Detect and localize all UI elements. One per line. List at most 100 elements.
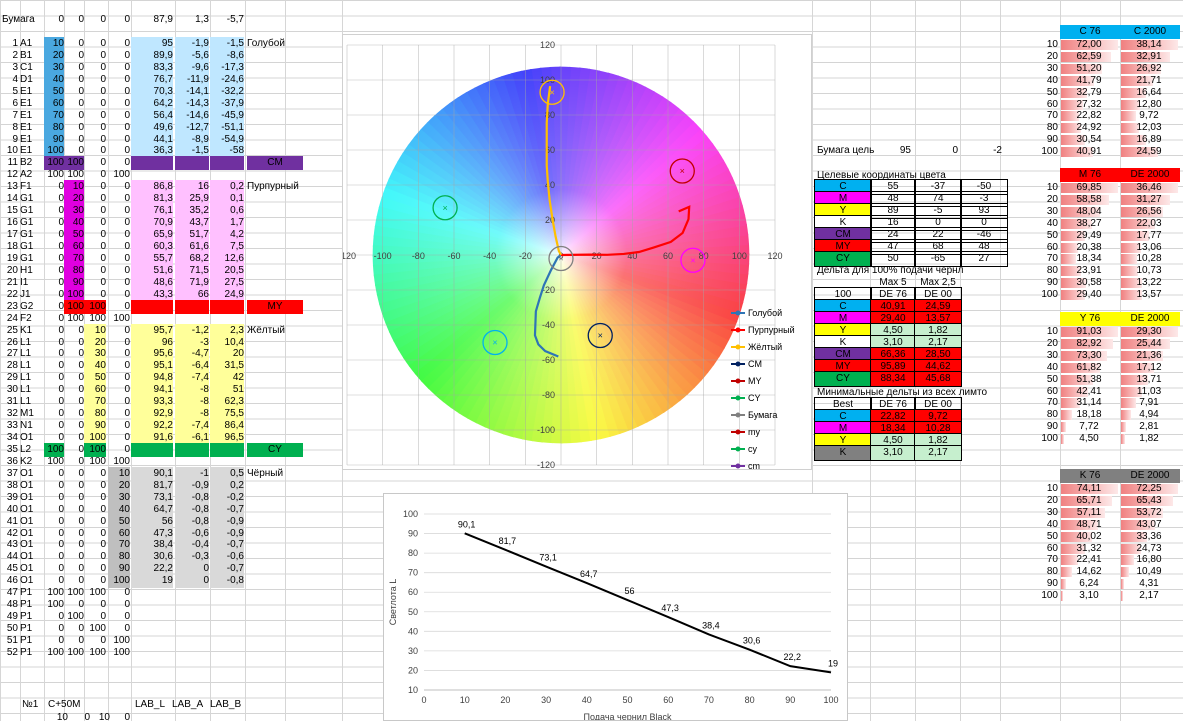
y-tick-label: -100 xyxy=(537,425,555,435)
y-axis-title: Светлота L xyxy=(388,579,398,626)
y-tick-label: -80 xyxy=(542,390,555,400)
block-header[interactable]: Y 76 xyxy=(1060,312,1120,326)
lightness-chart[interactable]: 100 90 80 70 60 50 40 30 20 10 0 10 20 30 40 50 60 70 80 90… xyxy=(383,493,848,722)
block-de76[interactable]: 3,10 xyxy=(1060,589,1118,603)
paper-label[interactable]: Бумага xyxy=(2,13,42,27)
lab-ab-chart-svg: -120-100-80-60-40-2002040608010012012010… xyxy=(338,40,795,488)
legend-dot xyxy=(735,378,741,384)
x-tick-label: 70 xyxy=(704,695,714,705)
legend-dot xyxy=(735,310,741,316)
delta-de76[interactable]: 88,34 xyxy=(870,371,916,387)
group-note[interactable] xyxy=(247,646,303,660)
x-tick-label: 100 xyxy=(732,251,747,261)
footer-value[interactable]: 0 xyxy=(118,711,130,725)
x-tick-label: -20 xyxy=(519,251,532,261)
min-de76[interactable]: 3,10 xyxy=(870,445,916,461)
block-step[interactable]: 100 xyxy=(1030,589,1058,603)
block-de00[interactable]: 24,59 xyxy=(1120,145,1178,159)
y-tick-label: 40 xyxy=(545,180,555,190)
row-name[interactable]: P1 xyxy=(20,646,42,660)
paper-b[interactable]: -5,7 xyxy=(210,13,244,27)
x-tick-label: 20 xyxy=(592,251,602,261)
footer-value[interactable]: 0 xyxy=(78,711,90,725)
ink-value[interactable]: 100 xyxy=(64,646,84,660)
data-label: 22,2 xyxy=(784,652,802,662)
target-cross: × xyxy=(549,87,554,97)
delta-key[interactable]: CY xyxy=(814,371,872,387)
y-tick-label: 100 xyxy=(403,509,418,519)
paper-target-L[interactable]: 95 xyxy=(893,144,911,158)
block-header[interactable]: C 76 xyxy=(1060,25,1120,39)
target-cross: × xyxy=(558,254,563,264)
legend-label: Жёлтый xyxy=(748,342,782,352)
lab-L[interactable] xyxy=(131,646,173,660)
ink-value[interactable]: 100 xyxy=(44,646,64,660)
block-de76[interactable]: 4,50 xyxy=(1060,432,1118,446)
block-de00[interactable]: 13,57 xyxy=(1120,288,1178,302)
data-label: 30,6 xyxy=(743,636,761,646)
block-step[interactable]: 100 xyxy=(1030,432,1058,446)
block-de00[interactable]: 2,17 xyxy=(1120,589,1178,603)
block-header[interactable]: DE 2000 xyxy=(1120,312,1180,326)
footer-header[interactable]: C+50M xyxy=(48,698,88,712)
block-step[interactable]: 100 xyxy=(1030,288,1058,302)
block-header[interactable]: DE 2000 xyxy=(1120,168,1180,182)
paper-value[interactable]: 0 xyxy=(108,13,130,27)
footer-value[interactable]: 10 xyxy=(56,711,68,725)
legend-label: Бумага xyxy=(748,410,777,420)
lightness-chart-svg: 1009080706050403020100 10 20 30 40 50 60 70 80 90… xyxy=(388,509,839,722)
x-tick-label: -40 xyxy=(483,251,496,261)
data-label: 81,7 xyxy=(499,536,517,546)
paper-value[interactable]: 0 xyxy=(44,13,64,27)
block-de76[interactable]: 40,91 xyxy=(1060,145,1118,159)
legend-label: my xyxy=(748,427,760,437)
paper-L[interactable]: 87,9 xyxy=(131,13,173,27)
min-de00[interactable]: 2,17 xyxy=(914,445,962,461)
paper-value[interactable]: 0 xyxy=(84,13,106,27)
column-line xyxy=(1000,0,1001,721)
data-label: 19 xyxy=(828,658,838,668)
row-number[interactable]: 52 xyxy=(0,646,18,660)
block-step[interactable]: 100 xyxy=(1030,145,1058,159)
paper-a[interactable]: 1,3 xyxy=(175,13,209,27)
lab-ab-chart[interactable]: -120-100-80-60-40-2002040608010012012010… xyxy=(338,34,812,488)
block-de00[interactable]: 1,82 xyxy=(1120,432,1178,446)
x-tick-label: 80 xyxy=(745,695,755,705)
legend-dot xyxy=(735,463,741,469)
footer-header[interactable]: LAB_B xyxy=(210,698,250,712)
target-cross: × xyxy=(442,203,447,213)
paper-target-a[interactable]: 0 xyxy=(940,144,958,158)
target-cross: × xyxy=(680,166,685,176)
min-key[interactable]: K xyxy=(814,445,872,461)
paper-target-b[interactable]: -2 xyxy=(980,144,1002,158)
legend-label: cy xyxy=(748,444,758,454)
x-tick-label: 30 xyxy=(541,695,551,705)
target-cross: × xyxy=(492,338,497,348)
target-cross: × xyxy=(598,331,603,341)
paper-target-label[interactable]: Бумага цель xyxy=(817,144,897,158)
data-label: 47,3 xyxy=(661,603,679,613)
footer-header[interactable]: LAB_L xyxy=(135,698,175,712)
ink-value[interactable]: 100 xyxy=(108,646,130,660)
footer-value[interactable]: 10 xyxy=(98,711,110,725)
x-tick-label: -60 xyxy=(447,251,460,261)
y-tick-label: 80 xyxy=(408,548,418,558)
delta-de00[interactable]: 45,68 xyxy=(914,371,962,387)
y-tick-label: -40 xyxy=(542,320,555,330)
y-tick-label: 10 xyxy=(408,685,418,695)
y-tick-label: 120 xyxy=(540,40,555,50)
paper-value[interactable]: 0 xyxy=(64,13,84,27)
block-header[interactable]: DE 2000 xyxy=(1120,469,1180,483)
x-tick-label: 120 xyxy=(767,251,782,261)
block-header[interactable]: C 2000 xyxy=(1120,25,1180,39)
block-header[interactable]: K 76 xyxy=(1060,469,1120,483)
block-de76[interactable]: 29,40 xyxy=(1060,288,1118,302)
lab-a[interactable] xyxy=(175,646,209,660)
y-tick-label: 20 xyxy=(408,665,418,675)
ink-value[interactable]: 100 xyxy=(84,646,106,660)
x-tick-label: 10 xyxy=(460,695,470,705)
block-header[interactable]: M 76 xyxy=(1060,168,1120,182)
legend-label: Голубой xyxy=(748,308,782,318)
footer-header[interactable]: LAB_A xyxy=(172,698,212,712)
lab-b[interactable] xyxy=(210,646,244,660)
